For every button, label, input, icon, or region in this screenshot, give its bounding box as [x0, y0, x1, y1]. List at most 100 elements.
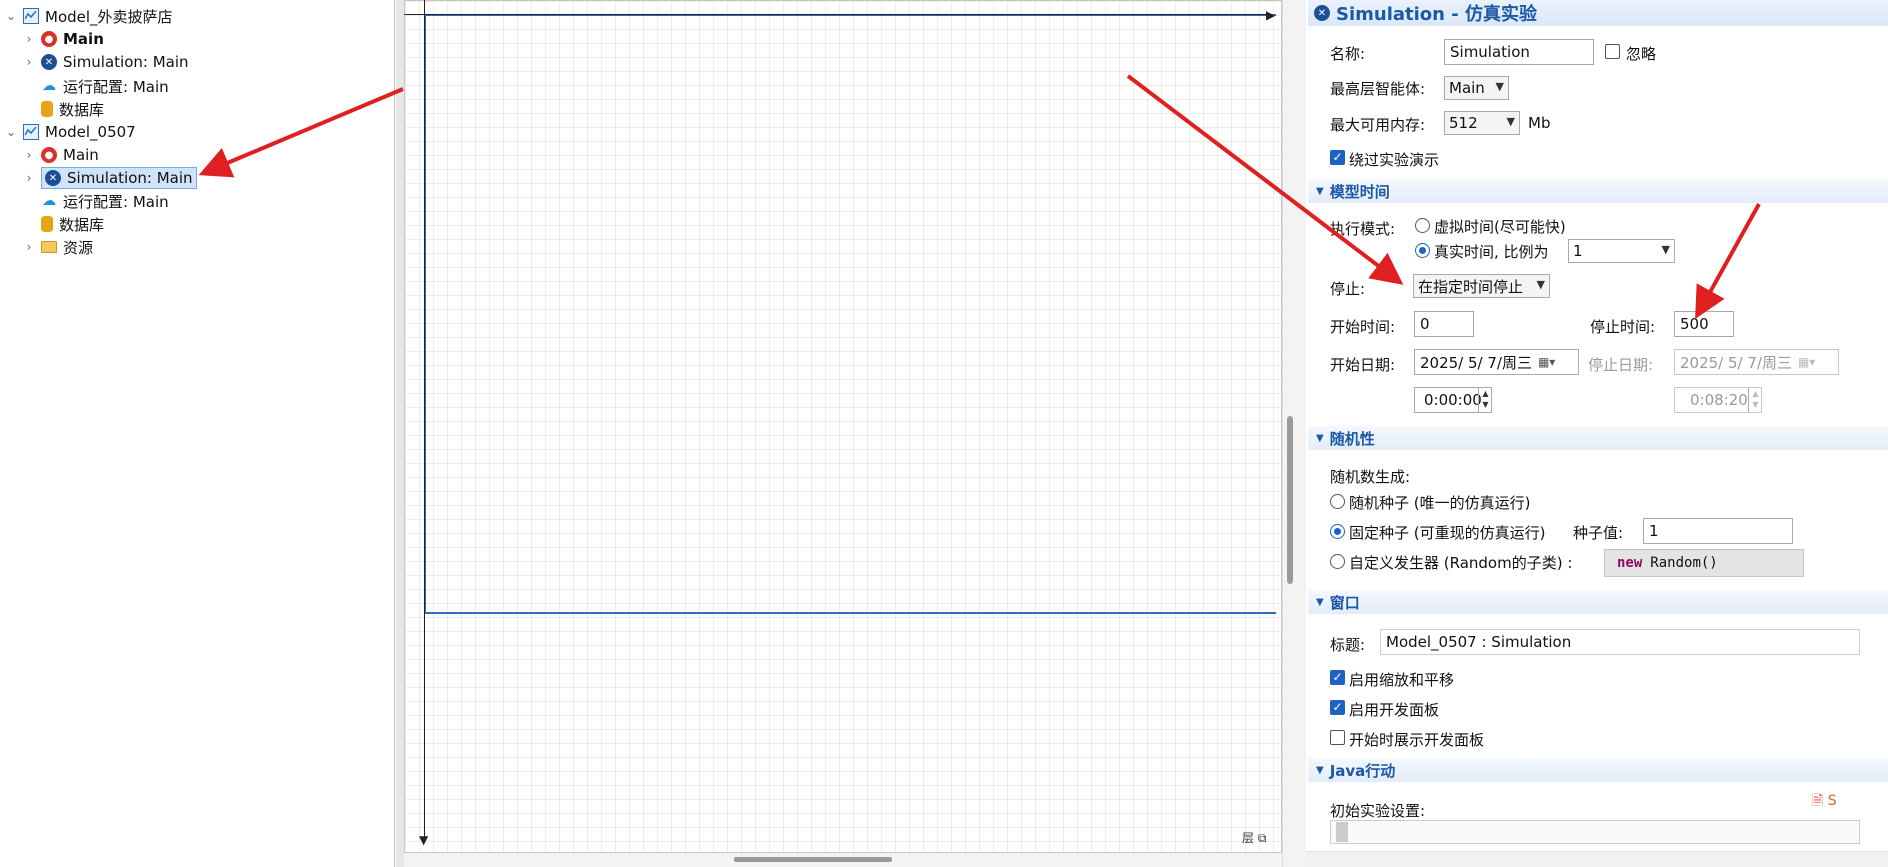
chevron-down-icon: ▼	[1536, 278, 1545, 291]
window-title-input[interactable]: Model_0507 : Simulation	[1380, 629, 1860, 655]
real-time-scale-dropdown[interactable]: 1 ▼	[1568, 239, 1675, 263]
chevron-down-icon[interactable]: ⌄	[4, 125, 18, 139]
run-config-icon: ☁	[42, 78, 56, 94]
properties-horizontal-scrollbar[interactable]	[1306, 851, 1888, 867]
layers-button[interactable]: 层 ⧉	[1242, 829, 1266, 846]
start-date-label: 开始日期:	[1330, 356, 1396, 374]
virtual-time-radio[interactable]	[1415, 218, 1430, 233]
spinner-icon[interactable]: ▲ ▼	[1478, 388, 1492, 412]
stop-mode-dropdown[interactable]: 在指定时间停止 ▼	[1413, 274, 1550, 298]
collapse-icon: ▼	[1316, 432, 1324, 444]
chevron-right-icon[interactable]: ›	[22, 240, 36, 254]
simulation-icon: ✕	[41, 54, 57, 70]
code-keyword: new	[1617, 555, 1643, 571]
custom-generator-code[interactable]: new Random()	[1604, 549, 1804, 577]
tree-item-resources[interactable]: › 资源	[22, 236, 93, 258]
editor-badge-icon: 🗎 S	[1812, 793, 1837, 809]
ignore-checkbox[interactable]	[1605, 44, 1620, 59]
section-window[interactable]: ▼ 窗口	[1308, 590, 1888, 614]
tree-item-run-config[interactable]: ☁ 运行配置: Main	[41, 75, 169, 97]
tree-item-main[interactable]: › ● Main	[22, 28, 104, 50]
vertical-scrollbar[interactable]	[1282, 0, 1306, 867]
stop-date-picker[interactable]: 2025/ 5/ 7/周三 ▦▾	[1674, 349, 1839, 375]
chevron-down-icon: ▼	[1495, 80, 1504, 93]
axis-arrow-down-icon: ▼	[419, 833, 429, 847]
start-time-input[interactable]: 0	[1414, 311, 1474, 337]
tree-item-database[interactable]: 数据库	[41, 98, 104, 120]
horizontal-scroll-thumb[interactable]	[734, 857, 892, 862]
chevron-down-icon[interactable]: ⌄	[4, 9, 18, 23]
start-clock-value: 0:00:00	[1424, 391, 1482, 409]
custom-generator-label: 自定义发生器 (Random的子类) :	[1349, 554, 1573, 572]
custom-generator-radio[interactable]	[1330, 554, 1345, 569]
tree-item-label: Simulation: Main	[63, 53, 189, 71]
tree-item-simulation[interactable]: › ✕ Simulation: Main	[22, 51, 189, 73]
chevron-right-icon[interactable]: ›	[22, 171, 36, 185]
editor-gutter	[1336, 822, 1348, 842]
zoom-pan-label: 启用缩放和平移	[1349, 671, 1455, 689]
initial-setup-label: 初始实验设置:	[1330, 802, 1426, 820]
dev-panel-checkbox[interactable]: ✓	[1330, 700, 1345, 715]
stop-time-input[interactable]: 500	[1674, 311, 1734, 337]
random-seed-radio[interactable]	[1330, 494, 1345, 509]
zoom-pan-checkbox[interactable]: ✓	[1330, 670, 1345, 685]
memory-unit: Mb	[1528, 114, 1551, 132]
layers-label: 层	[1242, 831, 1255, 845]
real-time-radio[interactable]	[1415, 243, 1430, 258]
ignore-label: 忽略	[1626, 45, 1657, 63]
rng-label: 随机数生成:	[1330, 468, 1411, 486]
simulation-icon: ✕	[1314, 5, 1330, 21]
dev-panel-label: 启用开发面板	[1349, 701, 1440, 719]
section-title: Java行动	[1329, 761, 1396, 780]
agent-frame	[424, 14, 1276, 614]
top-agent-dropdown[interactable]: Main ▼	[1444, 76, 1509, 100]
tree-item-run-config[interactable]: ☁ 运行配置: Main	[41, 190, 169, 212]
chevron-down-icon: ▼	[1661, 243, 1670, 256]
real-time-scale-value: 1	[1573, 242, 1583, 260]
fixed-seed-radio[interactable]	[1330, 524, 1345, 539]
name-input[interactable]: Simulation	[1444, 39, 1594, 65]
splitter[interactable]	[396, 0, 404, 867]
spinner-icon[interactable]: ▲ ▼	[1748, 388, 1762, 412]
stop-date-value: 2025/ 5/ 7/周三	[1680, 353, 1792, 372]
start-date-picker[interactable]: 2025/ 5/ 7/周三 ▦▾	[1414, 349, 1579, 375]
chevron-right-icon[interactable]: ›	[22, 55, 36, 69]
start-date-value: 2025/ 5/ 7/周三	[1420, 353, 1532, 372]
code-text: Random()	[1650, 555, 1718, 571]
section-model-time[interactable]: ▼ 模型时间	[1308, 179, 1888, 203]
chevron-down-icon: ▼	[1506, 115, 1515, 128]
chevron-right-icon[interactable]: ›	[22, 148, 36, 162]
collapse-icon: ▼	[1316, 764, 1324, 776]
tree-item-main[interactable]: › ● Main	[22, 144, 99, 166]
initial-setup-code-field[interactable]	[1330, 820, 1860, 844]
layers-icon: ⧉	[1257, 831, 1267, 845]
tree-item-database[interactable]: 数据库	[41, 213, 104, 235]
show-dev-panel-label: 开始时展示开发面板	[1349, 731, 1485, 749]
max-memory-label: 最大可用内存:	[1330, 116, 1426, 134]
max-memory-value: 512	[1449, 114, 1478, 132]
folder-icon	[41, 241, 57, 253]
skip-demo-label: 绕过实验演示	[1349, 151, 1440, 169]
skip-demo-checkbox[interactable]: ✓	[1330, 150, 1345, 165]
tree-item-model-pizza[interactable]: ⌄ Model_外卖披萨店	[4, 5, 173, 27]
max-memory-dropdown[interactable]: 512 ▼	[1444, 111, 1520, 135]
fixed-seed-label: 固定种子 (可重现的仿真运行)	[1349, 524, 1546, 542]
show-dev-panel-checkbox[interactable]	[1330, 730, 1345, 745]
seed-value-label: 种子值:	[1573, 524, 1624, 542]
stop-time-label: 停止时间:	[1590, 318, 1656, 336]
tree-item-label: Main	[63, 30, 104, 48]
selected-tree-item[interactable]: ✕ Simulation: Main	[41, 167, 197, 189]
tree-item-model-0507[interactable]: ⌄ Model_0507	[4, 121, 136, 143]
simulation-icon: ✕	[45, 170, 61, 186]
vertical-scroll-thumb[interactable]	[1287, 416, 1293, 584]
chevron-right-icon[interactable]: ›	[22, 32, 36, 46]
agent-icon: ●	[41, 147, 57, 163]
model-icon	[23, 124, 39, 140]
name-label: 名称:	[1330, 45, 1366, 63]
tree-item-simulation-selected[interactable]: › ✕ Simulation: Main	[22, 167, 197, 189]
seed-value-input[interactable]: 1	[1643, 518, 1793, 544]
virtual-time-label: 虚拟时间(尽可能快)	[1434, 218, 1566, 236]
exec-mode-label: 执行模式:	[1330, 220, 1396, 238]
section-java-actions[interactable]: ▼ Java行动	[1308, 758, 1888, 782]
section-randomness[interactable]: ▼ 随机性	[1308, 426, 1888, 450]
